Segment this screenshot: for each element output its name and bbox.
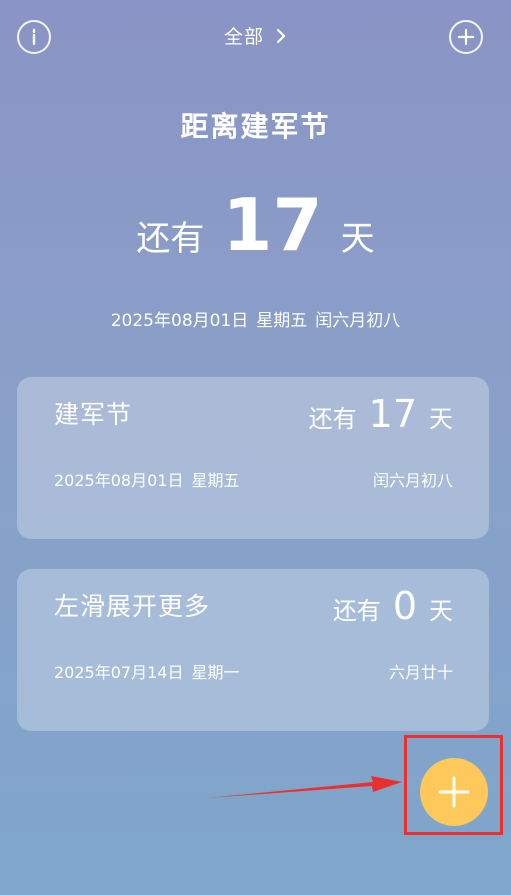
hero-countdown-prefix: 还有 (136, 219, 205, 259)
annotation-arrow (207, 776, 402, 798)
filter-label: 全部 (223, 26, 264, 48)
event-card-lunar: 六月廿十 (388, 663, 453, 682)
annotation-highlight-box (404, 735, 503, 835)
hero-weekday: 星期五 (256, 311, 308, 331)
event-card-countdown-prefix: 还有 (308, 405, 357, 433)
hero-countdown-suffix: 天 (340, 219, 375, 259)
event-card-date-value: 2025年07月14日 (54, 663, 184, 682)
add-event-button[interactable] (449, 20, 483, 54)
hero-title: 距离建军节 (180, 110, 331, 143)
event-card-weekday: 星期一 (191, 663, 240, 682)
event-card-name: 左滑展开更多 (54, 592, 211, 621)
event-card-date-value: 2025年08月01日 (54, 471, 184, 490)
top-bar: 全部 (0, 0, 511, 76)
event-card-countdown: 还有 17 天 (309, 389, 453, 439)
event-card-date: 2025年07月14日 星期一 (54, 661, 247, 685)
event-card-name: 建军节 (54, 400, 133, 429)
hero-lunar: 闰六月初八 (315, 311, 401, 331)
event-card[interactable]: 建军节 还有 17 天 2025年08月01日 星期五 闰六月初八 (17, 377, 489, 539)
event-card-countdown-prefix: 还有 (332, 597, 381, 625)
hero-date-value: 2025年08月01日 (110, 311, 249, 331)
event-card-lunar: 闰六月初八 (372, 471, 453, 490)
event-card-countdown-days: 0 (392, 584, 417, 628)
plus-circle-icon (457, 28, 475, 46)
event-card-date: 2025年08月01日 星期五 (54, 469, 247, 493)
hero-date: 2025年08月01日 星期五 闰六月初八 (0, 308, 511, 334)
event-card[interactable]: 左滑展开更多 还有 0 天 2025年07月14日 星期一 六月廿十 (17, 569, 489, 731)
event-card-countdown-suffix: 天 (429, 405, 453, 433)
event-card-countdown: 还有 0 天 (333, 581, 453, 631)
event-card-weekday: 星期五 (191, 471, 240, 490)
hero-countdown-days: 17 (222, 183, 323, 267)
event-card-countdown-days: 17 (368, 392, 417, 436)
hero-countdown: 还有 17 天 (0, 180, 511, 270)
event-card-countdown-suffix: 天 (429, 597, 453, 625)
chevron-right-icon (276, 28, 286, 44)
filter-all-button[interactable]: 全部 (0, 24, 511, 50)
